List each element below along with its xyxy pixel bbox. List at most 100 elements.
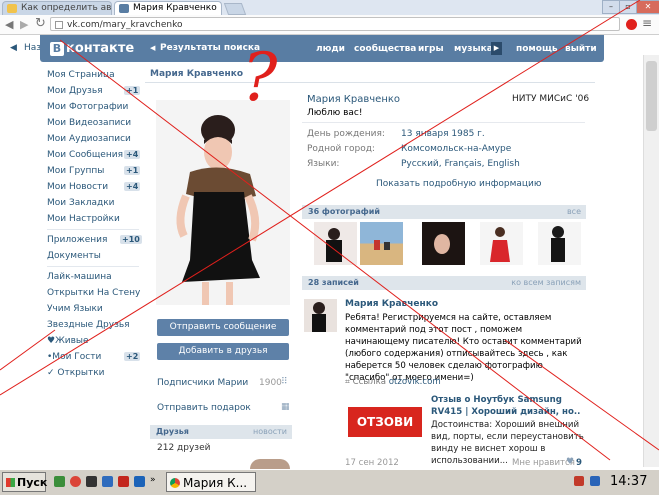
reload-icon[interactable]: ↻	[35, 16, 46, 31]
hometown-value[interactable]: Комсомольск-на-Амуре	[401, 144, 511, 154]
sidebar-item-cards-wall[interactable]: Открытки На Стену	[47, 288, 140, 298]
taskbar-window-button[interactable]: Мария К...	[166, 472, 256, 492]
tab-otzovik[interactable]: Как определить ав	[2, 1, 112, 15]
profile-photo[interactable]	[156, 100, 290, 305]
photos-bar[interactable]: 36 фотографий все	[302, 205, 586, 219]
subscribers-link[interactable]: Подписчики Марии	[157, 378, 248, 388]
post-author-avatar[interactable]	[304, 299, 337, 332]
scrollbar-thumb[interactable]	[646, 61, 657, 131]
wall-bar-title: 28 записей	[308, 278, 359, 287]
friend-avatar[interactable]	[250, 459, 290, 469]
share-preview-image[interactable]: ОТЗОВИ	[348, 393, 422, 453]
photo-thumbnail-art	[434, 234, 450, 254]
nav-people[interactable]: люди	[316, 44, 345, 54]
nav-games[interactable]: игры	[418, 44, 444, 54]
sidebar-item-star-friends[interactable]: Звездные Друзья	[47, 320, 130, 330]
post-link[interactable]: ⌗ Ссылка otzovik.com	[345, 377, 441, 387]
page-back-link[interactable]: Наз	[24, 43, 41, 53]
word-icon[interactable]	[134, 476, 145, 487]
new-tab-button[interactable]	[223, 3, 247, 15]
sidebar-divider	[47, 229, 139, 230]
address-bar[interactable]: vk.com/mary_kravchenko	[50, 17, 620, 31]
guests-badge: +2	[124, 352, 141, 361]
taskbar-clock: 14:37	[610, 474, 648, 489]
send-gift-link[interactable]: Отправить подарок	[157, 403, 251, 413]
post-text: Ребята! Регистрируемся на сайте, оставля…	[345, 313, 582, 383]
photo-thumbnail-art	[490, 227, 510, 262]
sidebar-item-audio[interactable]: Мои Аудиозаписи	[47, 134, 131, 144]
friends-news-link[interactable]: новости	[253, 425, 287, 439]
friends-bar[interactable]: Друзья новости	[150, 425, 292, 439]
nav-communities[interactable]: сообщества	[354, 44, 416, 54]
quicklaunch-icon[interactable]	[102, 476, 113, 487]
nav-logout[interactable]: выйти	[565, 44, 597, 54]
photos-all-link[interactable]: все	[567, 205, 581, 219]
menu-icon[interactable]: ≡	[642, 16, 652, 30]
sidebar-item-photos[interactable]: Мои Фотографии	[47, 102, 128, 112]
sidebar-item-settings[interactable]: Мои Настройки	[47, 214, 120, 224]
languages-value[interactable]: Русский, Français, English	[401, 159, 520, 169]
photo-thumbnail[interactable]	[422, 222, 465, 265]
sidebar-item-documents[interactable]: Документы	[47, 251, 101, 261]
sidebar-item-news[interactable]: Мои Новости	[47, 182, 108, 192]
wall-bar[interactable]: 28 записей ко всем записям	[302, 276, 586, 290]
vk-logo[interactable]: Вконтакте	[50, 41, 134, 56]
sidebar-item-guests[interactable]: •Мои Гости	[47, 352, 101, 362]
profile-university[interactable]: НИТУ МИСиС '06	[512, 94, 589, 104]
wall-all-link[interactable]: ко всем записям	[511, 276, 581, 290]
photo-thumbnail[interactable]	[360, 222, 403, 265]
page-back-arrow-icon[interactable]: ◀	[10, 43, 17, 53]
friends-count: 212 друзей	[157, 443, 211, 453]
post-author-name[interactable]: Мария Кравченко	[345, 299, 438, 309]
sidebar-item-groups[interactable]: Мои Группы	[47, 166, 104, 176]
maximize-button[interactable]: ▫	[619, 0, 637, 14]
search-results-link[interactable]: Результаты поиска	[160, 43, 260, 53]
sidebar-item-bookmarks[interactable]: Мои Закладки	[47, 198, 114, 208]
music-play-icon[interactable]: ▶	[491, 42, 502, 55]
tray-icon[interactable]	[574, 476, 584, 486]
tray-icon[interactable]	[590, 476, 600, 486]
sidebar-item-languages[interactable]: Учим Языки	[47, 304, 103, 314]
adblock-icon[interactable]	[626, 19, 637, 30]
tab-vk[interactable]: Мария Кравченко	[114, 1, 222, 15]
show-more-info-link[interactable]: Показать подробную информацию	[376, 179, 541, 189]
sidebar-item-messages[interactable]: Мои Сообщения	[47, 150, 123, 160]
sidebar-item-postcards[interactable]: ✓ Открытки	[47, 368, 105, 378]
quicklaunch-icon[interactable]	[86, 476, 97, 487]
send-message-button[interactable]: Отправить сообщение	[157, 319, 289, 336]
forward-arrow-icon[interactable]: ▶	[20, 18, 28, 31]
heart-icon[interactable]: ♥	[566, 457, 574, 467]
birthday-value[interactable]: 13 января 1985 г.	[401, 129, 485, 139]
sidebar-item-alive[interactable]: ♥Живые	[47, 336, 89, 346]
page-scrollbar[interactable]	[643, 55, 659, 467]
add-friend-button[interactable]: Добавить в друзья	[157, 343, 289, 360]
chrome-icon[interactable]	[70, 476, 81, 487]
minimize-button[interactable]: –	[602, 0, 620, 14]
link-icon: ⌗	[345, 377, 350, 387]
sidebar-item-videos[interactable]: Мои Видеозаписи	[47, 118, 131, 128]
acrobat-icon[interactable]	[118, 476, 129, 487]
taskbar-window-label: Мария К...	[183, 476, 248, 490]
post-avatar-art	[304, 299, 337, 332]
post-link-domain[interactable]: otzovik.com	[389, 377, 441, 387]
quicklaunch-more-icon[interactable]: »	[150, 475, 156, 485]
address-text: vk.com/mary_kravchenko	[67, 20, 183, 30]
nav-help[interactable]: помощь	[516, 44, 558, 54]
back-arrow-icon[interactable]: ◀	[5, 18, 13, 31]
quicklaunch-icon[interactable]	[54, 476, 65, 487]
sidebar-item-apps[interactable]: Приложения	[47, 235, 107, 245]
sidebar-item-like-machine[interactable]: Лайк-машина	[47, 272, 112, 282]
post-date[interactable]: 17 сен 2012	[345, 458, 399, 468]
nav-music[interactable]: музыка	[454, 44, 493, 54]
browser-tab-strip: Как определить ав Мария Кравченко – ▫ ✕	[0, 0, 659, 16]
share-title[interactable]: Отзыв о Ноутбук Samsung RV415 | Хороший …	[431, 394, 591, 418]
photo-thumbnail[interactable]	[538, 222, 581, 265]
photo-thumbnail[interactable]	[480, 222, 523, 265]
page-title: Мария Кравченко	[150, 69, 244, 79]
sidebar-item-my-page[interactable]: Моя Страница	[47, 70, 115, 80]
close-window-button[interactable]: ✕	[636, 0, 659, 14]
sidebar-divider	[47, 266, 139, 267]
photo-thumbnail[interactable]	[314, 222, 357, 265]
sidebar-item-friends[interactable]: Мои Друзья	[47, 86, 103, 96]
start-button[interactable]: Пуск	[2, 472, 47, 492]
